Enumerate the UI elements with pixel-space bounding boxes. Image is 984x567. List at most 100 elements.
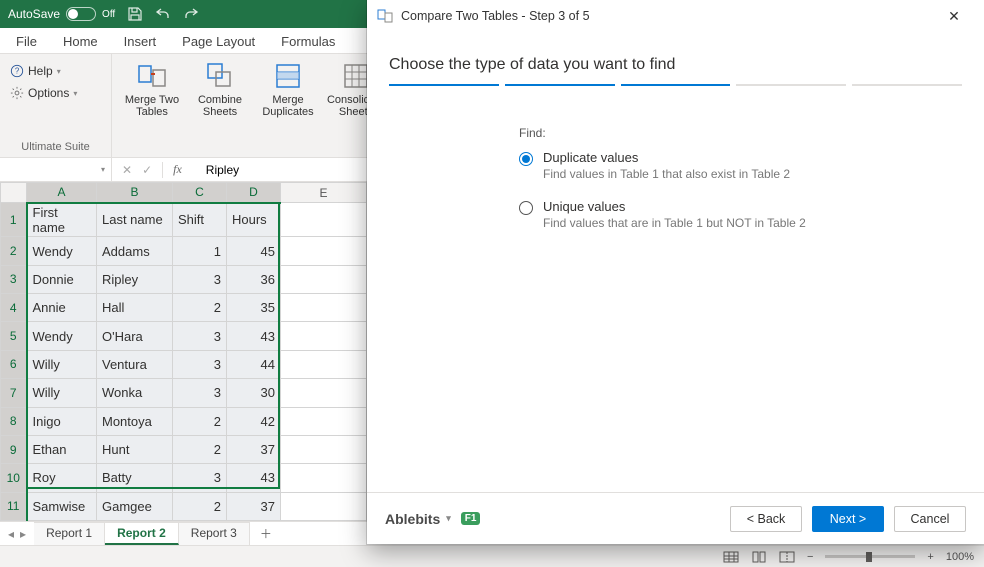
cell[interactable]: 44 [227,350,281,378]
cell[interactable]: Willy [27,350,97,378]
cell[interactable]: 43 [227,322,281,350]
cell[interactable]: 35 [227,294,281,322]
cell[interactable]: Hours [227,203,281,237]
cancel-edit-icon[interactable]: ✕ [122,163,132,177]
sheet-tab-report2[interactable]: Report 2 [105,522,179,545]
col-header[interactable]: E [281,183,367,203]
row-header[interactable]: 6 [1,350,27,378]
next-button[interactable]: Next > [812,506,884,532]
cell[interactable]: Shift [173,203,227,237]
confirm-edit-icon[interactable]: ✓ [142,163,152,177]
row-header[interactable]: 11 [1,492,27,520]
tab-page-layout[interactable]: Page Layout [180,30,257,53]
cell[interactable] [281,350,367,378]
cell[interactable]: 3 [173,322,227,350]
tab-insert[interactable]: Insert [122,30,159,53]
name-box[interactable]: ▾ [0,158,112,181]
cell[interactable]: 42 [227,407,281,435]
formula-value[interactable]: Ripley [206,163,239,177]
add-sheet-button[interactable]: ＋ [250,522,282,545]
zoom-slider[interactable] [825,555,915,558]
row-header[interactable]: 7 [1,379,27,407]
cell[interactable] [281,203,367,237]
zoom-in-icon[interactable]: + [927,551,933,563]
cell[interactable] [281,407,367,435]
select-all-corner[interactable] [1,183,27,203]
tab-file[interactable]: File [14,30,39,53]
col-header[interactable]: B [97,183,173,203]
cell[interactable]: 3 [173,464,227,492]
row-header[interactable]: 4 [1,294,27,322]
help-f1-badge[interactable]: F1 [461,512,481,525]
zoom-level[interactable]: 100% [946,551,974,563]
cell[interactable] [281,492,367,520]
save-icon[interactable] [127,6,143,22]
cell[interactable]: Ripley [97,265,173,293]
row-header[interactable]: 1 [1,203,27,237]
cell[interactable]: Samwise [27,492,97,520]
fx-icon[interactable]: fx [173,162,182,177]
cancel-button[interactable]: Cancel [894,506,966,532]
cell[interactable] [281,379,367,407]
cell[interactable] [281,237,367,265]
sheet-tab-report1[interactable]: Report 1 [34,522,105,545]
cell[interactable]: 1 [173,237,227,265]
cell[interactable]: Hunt [97,435,173,463]
cell[interactable]: 45 [227,237,281,265]
help-button[interactable]: ? Help ▾ [10,64,101,78]
cell[interactable]: First name [27,203,97,237]
cell[interactable]: Wonka [97,379,173,407]
cell[interactable]: Willy [27,379,97,407]
cell[interactable]: O'Hara [97,322,173,350]
row-header[interactable]: 5 [1,322,27,350]
col-header[interactable]: D [227,183,281,203]
tab-home[interactable]: Home [61,30,100,53]
row-header[interactable]: 10 [1,464,27,492]
option-duplicate-values[interactable]: Duplicate values Find values in Table 1 … [519,150,899,181]
cell[interactable]: 37 [227,435,281,463]
cell[interactable]: 3 [173,379,227,407]
cell[interactable]: Wendy [27,237,97,265]
tab-formulas[interactable]: Formulas [279,30,337,53]
cell[interactable]: Ethan [27,435,97,463]
cell[interactable] [281,294,367,322]
row-header[interactable]: 3 [1,265,27,293]
merge-duplicates-button[interactable]: Merge Duplicates [258,60,318,118]
view-page-break-icon[interactable] [779,551,795,563]
cell[interactable]: Last name [97,203,173,237]
cell[interactable]: 3 [173,350,227,378]
cell[interactable]: Roy [27,464,97,492]
merge-two-tables-button[interactable]: Merge Two Tables [122,60,182,118]
cell[interactable]: 30 [227,379,281,407]
cell[interactable]: 2 [173,294,227,322]
cell[interactable]: Ventura [97,350,173,378]
sheet-tab-report3[interactable]: Report 3 [179,522,250,545]
cell[interactable]: Montoya [97,407,173,435]
cell[interactable]: 36 [227,265,281,293]
cell[interactable]: 43 [227,464,281,492]
option-unique-values[interactable]: Unique values Find values that are in Ta… [519,199,899,230]
cell[interactable]: Annie [27,294,97,322]
cell[interactable]: Inigo [27,407,97,435]
cell[interactable] [281,322,367,350]
cell[interactable]: Gamgee [97,492,173,520]
view-page-layout-icon[interactable] [751,551,767,563]
cell[interactable] [281,435,367,463]
cell[interactable]: 2 [173,435,227,463]
view-normal-icon[interactable] [723,551,739,563]
cell[interactable] [281,265,367,293]
back-button[interactable]: < Back [730,506,802,532]
cell[interactable]: Addams [97,237,173,265]
cell[interactable]: 2 [173,492,227,520]
options-button[interactable]: Options ▾ [10,86,101,100]
col-header[interactable]: A [27,183,97,203]
row-header[interactable]: 9 [1,435,27,463]
cell[interactable]: Wendy [27,322,97,350]
col-header[interactable]: C [173,183,227,203]
cell[interactable]: 2 [173,407,227,435]
cell[interactable]: Hall [97,294,173,322]
autosave-toggle[interactable]: AutoSave Off [8,7,115,21]
redo-icon[interactable] [183,6,199,22]
row-header[interactable]: 8 [1,407,27,435]
cell[interactable]: 3 [173,265,227,293]
